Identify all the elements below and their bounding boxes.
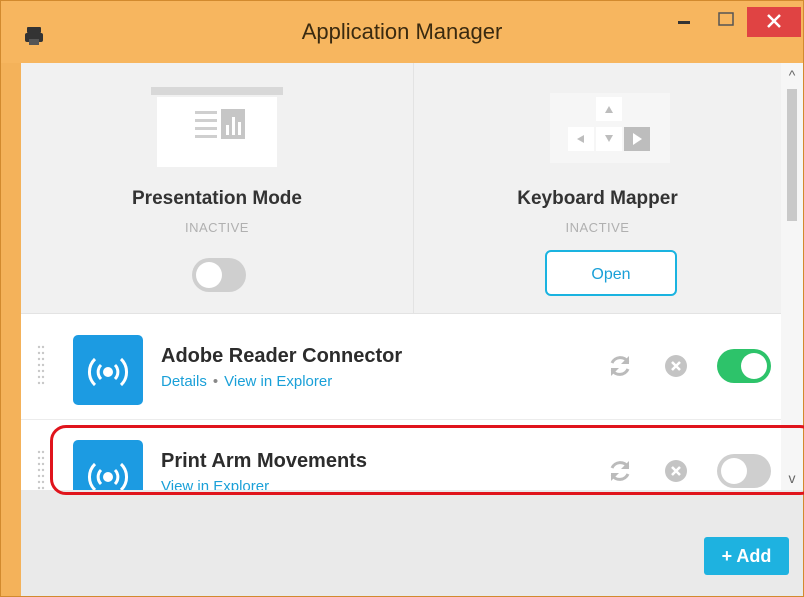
keyboard-mapper-title: Keyboard Mapper [517, 188, 678, 209]
footer-bar [21, 490, 803, 596]
app-name: Print Arm Movements [161, 450, 367, 472]
minimize-icon [678, 21, 690, 24]
toggle-knob [721, 458, 747, 484]
app-enabled-toggle[interactable] [717, 454, 771, 488]
refresh-icon[interactable] [607, 353, 633, 379]
toggle-knob [196, 262, 222, 288]
scroll-down-button[interactable]: v [781, 468, 803, 488]
close-button[interactable] [747, 7, 801, 37]
maximize-icon [718, 12, 734, 26]
app-row-print-arm-movements: Print Arm Movements View in Explorer [21, 420, 781, 491]
details-link[interactable]: Details [161, 373, 207, 390]
presentation-mode-toggle[interactable] [192, 258, 246, 292]
app-name: Adobe Reader Connector [161, 345, 403, 367]
app-enabled-toggle[interactable] [717, 349, 771, 383]
app-links: Details • View in Explorer [161, 373, 332, 390]
scroll-thumb[interactable] [787, 89, 797, 221]
maximize-button[interactable] [707, 7, 745, 37]
wireless-app-icon [88, 357, 128, 387]
tile-keyboard-mapper: Keyboard Mapper INACTIVE Open [414, 63, 781, 313]
remove-icon[interactable] [664, 354, 688, 378]
remove-icon[interactable] [664, 459, 688, 483]
view-in-explorer-link[interactable]: View in Explorer [224, 373, 332, 390]
minimize-button[interactable] [665, 7, 703, 37]
link-separator: • [212, 373, 219, 390]
add-button[interactable]: + Add [704, 537, 789, 575]
presentation-mode-status: INACTIVE [185, 220, 249, 235]
keyboard-arrows-icon [550, 93, 670, 163]
keyboard-mapper-status: INACTIVE [565, 220, 630, 235]
drag-handle-icon[interactable] [37, 345, 45, 389]
keyboard-mapper-open-button[interactable]: Open [545, 250, 677, 296]
drag-handle-icon[interactable] [37, 450, 45, 491]
app-row-adobe-reader-connector: Adobe Reader Connector Details • View in E… [21, 315, 781, 420]
feature-tiles: Presentation Mode INACTIVE Keyboard Mapp… [21, 63, 781, 314]
presentation-mode-title: Presentation Mode [132, 188, 302, 209]
scroll-up-button[interactable]: ^ [781, 65, 803, 85]
wireless-app-icon [88, 462, 128, 490]
close-icon [767, 14, 781, 28]
toggle-knob [741, 353, 767, 379]
app-icon [73, 335, 143, 405]
title-bar[interactable]: Application Manager [1, 1, 803, 63]
client-area: Presentation Mode INACTIVE Keyboard Mapp… [21, 63, 803, 596]
application-manager-window: Application Manager Presentation Mode IN… [0, 0, 804, 597]
app-icon [73, 440, 143, 490]
refresh-icon[interactable] [607, 458, 633, 484]
vertical-scrollbar[interactable]: ^ v [781, 63, 803, 490]
tile-presentation-mode: Presentation Mode INACTIVE [21, 63, 414, 313]
presentation-icon [151, 87, 283, 167]
